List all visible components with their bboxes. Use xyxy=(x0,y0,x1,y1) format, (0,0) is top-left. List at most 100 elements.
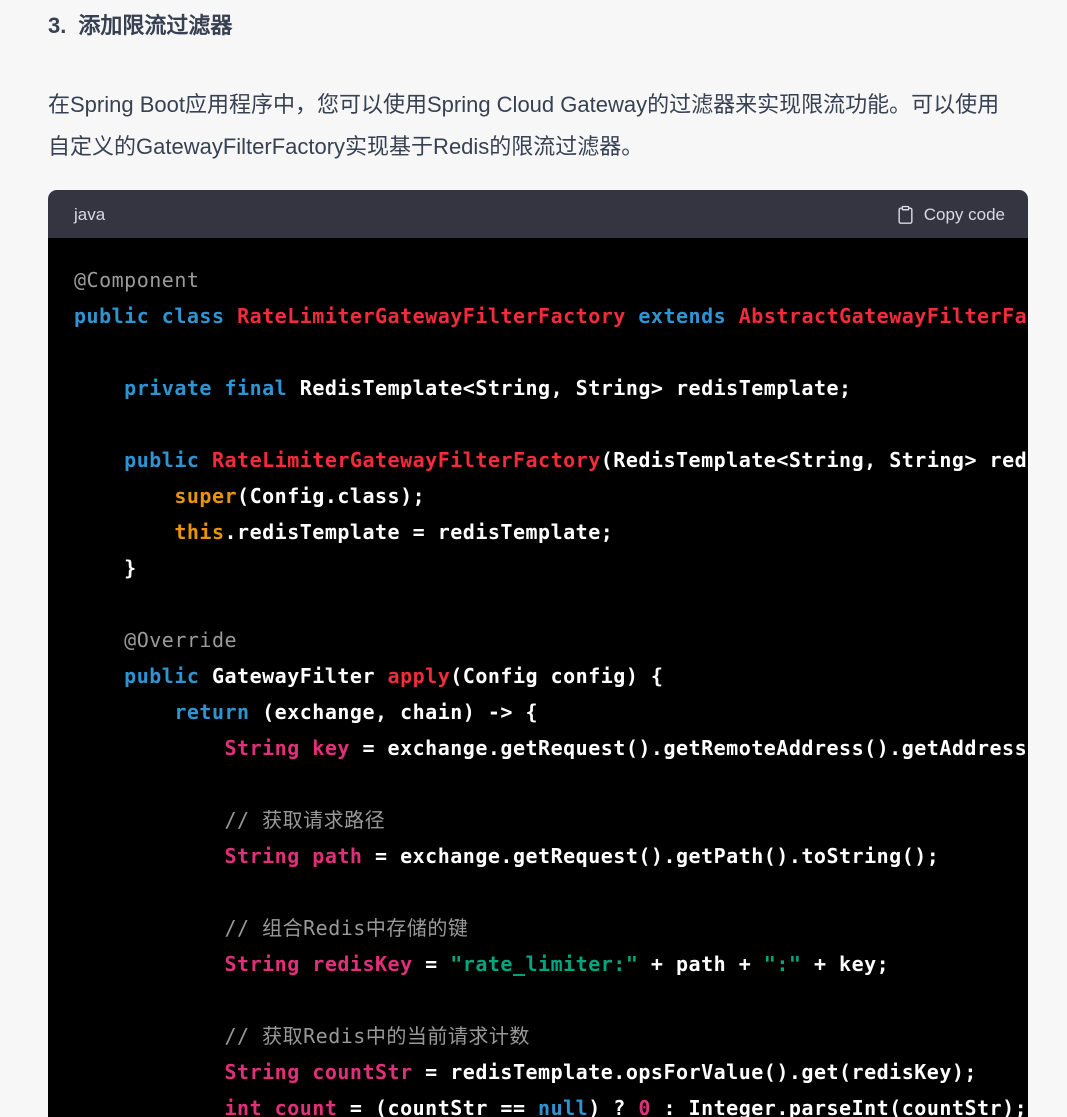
code-line: // 获取请求路径 xyxy=(74,802,1028,838)
code-line: private final RedisTemplate<String, Stri… xyxy=(74,370,1028,406)
code-token: RateLimiterGatewayFilterFactory xyxy=(212,448,601,472)
code-token xyxy=(74,520,174,544)
code-token: GatewayFilter xyxy=(199,664,387,688)
code-token: String redisKey xyxy=(225,952,413,976)
code-token: = redisTemplate.opsForValue().get(redisK… xyxy=(413,1060,977,1084)
code-line xyxy=(74,334,1028,370)
code-token xyxy=(74,844,225,868)
code-token: class xyxy=(162,304,225,328)
code-block: java Copy code @Component public class Ra… xyxy=(48,190,1028,1117)
code-token xyxy=(74,1024,225,1048)
code-line xyxy=(74,766,1028,802)
code-token: = exchange.getRequest().getRemoteAddress… xyxy=(350,736,1027,760)
code-token: (exchange, chain) -> { xyxy=(250,700,538,724)
code-token xyxy=(149,304,162,328)
code-token xyxy=(74,448,124,472)
code-token: = xyxy=(413,952,451,976)
code-token: // 获取Redis中的当前请求计数 xyxy=(225,1024,530,1048)
heading-text: 添加限流过滤器 xyxy=(78,12,232,40)
list-heading: 3. 添加限流过滤器 xyxy=(48,12,1027,40)
code-token xyxy=(74,664,124,688)
code-token: RateLimiterGatewayFilterFactory xyxy=(237,304,626,328)
code-token: int count xyxy=(225,1096,338,1117)
code-token: String key xyxy=(225,736,350,760)
code-token: public xyxy=(124,448,199,472)
code-line: // 获取Redis中的当前请求计数 xyxy=(74,1018,1028,1054)
code-header: java Copy code xyxy=(48,190,1028,238)
code-token: @Component xyxy=(74,268,199,292)
code-token: (Config.class); xyxy=(237,484,425,508)
code-token: 0 xyxy=(638,1096,651,1117)
copy-code-button[interactable]: Copy code xyxy=(896,205,1005,224)
code-token: + path + xyxy=(638,952,763,976)
code-token xyxy=(726,304,739,328)
code-token xyxy=(74,952,225,976)
code-token: + key; xyxy=(801,952,889,976)
code-line xyxy=(74,406,1028,442)
code-token: // 组合Redis中存储的键 xyxy=(225,916,469,940)
code-token xyxy=(74,1060,225,1084)
code-line: public class RateLimiterGatewayFilterFac… xyxy=(74,298,1028,334)
code-token: null xyxy=(538,1096,588,1117)
code-token: extends xyxy=(638,304,726,328)
code-token: super xyxy=(174,484,237,508)
copy-code-label: Copy code xyxy=(924,206,1005,223)
code-token xyxy=(74,1096,225,1117)
code-token xyxy=(74,736,225,760)
code-line xyxy=(74,874,1028,910)
code-line: this.redisTemplate = redisTemplate; xyxy=(74,514,1028,550)
code-line: String countStr = redisTemplate.opsForVa… xyxy=(74,1054,1028,1090)
code-token: final xyxy=(225,376,288,400)
code-token: "rate_limiter:" xyxy=(450,952,638,976)
code-line: @Component xyxy=(74,262,1028,298)
code-token: // 获取请求路径 xyxy=(225,808,386,832)
assistant-message: 3. 添加限流过滤器 在Spring Boot应用程序中，您可以使用Spring… xyxy=(0,12,1067,1117)
code-line: String redisKey = "rate_limiter:" + path… xyxy=(74,946,1028,982)
code-token xyxy=(74,916,225,940)
code-line: @Override xyxy=(74,622,1028,658)
code-language-label: java xyxy=(74,206,105,223)
code-token: ":" xyxy=(764,952,802,976)
code-token: private xyxy=(124,376,212,400)
code-token: : Integer.parseInt(countStr); xyxy=(651,1096,1027,1117)
list-number: 3. xyxy=(48,12,66,40)
code-line: String path = exchange.getRequest().getP… xyxy=(74,838,1028,874)
code-token xyxy=(74,628,124,652)
code-token: apply xyxy=(388,664,451,688)
code-line: public GatewayFilter apply(Config config… xyxy=(74,658,1028,694)
code-token: public xyxy=(74,304,149,328)
code-token: String countStr xyxy=(225,1060,413,1084)
code-token: AbstractGatewayFilterFa xyxy=(739,304,1027,328)
code-token: (Config config) { xyxy=(450,664,663,688)
code-token: .redisTemplate = redisTemplate; xyxy=(225,520,614,544)
code-line: } xyxy=(74,550,1028,586)
code-line: super(Config.class); xyxy=(74,478,1028,514)
code-token xyxy=(74,376,124,400)
code-token: } xyxy=(74,556,137,580)
code-token: this xyxy=(174,520,224,544)
code-content[interactable]: @Component public class RateLimiterGatewa… xyxy=(48,238,1028,1117)
code-token xyxy=(74,484,174,508)
code-line: int count = (countStr == null) ? 0 : Int… xyxy=(74,1090,1028,1117)
code-line: public RateLimiterGatewayFilterFactory(R… xyxy=(74,442,1028,478)
clipboard-icon xyxy=(896,205,915,224)
code-line: return (exchange, chain) -> { xyxy=(74,694,1028,730)
code-token: = (countStr == xyxy=(337,1096,538,1117)
code-line xyxy=(74,586,1028,622)
code-token: = exchange.getRequest().getPath().toStri… xyxy=(362,844,939,868)
code-token: ) ? xyxy=(588,1096,638,1117)
code-token: RedisTemplate<String, String> redisTempl… xyxy=(287,376,851,400)
code-token xyxy=(74,808,225,832)
paragraph: 在Spring Boot应用程序中，您可以使用Spring Cloud Gate… xyxy=(48,84,1013,168)
code-token xyxy=(74,700,174,724)
code-token: return xyxy=(174,700,249,724)
code-token: @Override xyxy=(124,628,237,652)
code-token xyxy=(225,304,238,328)
code-token xyxy=(626,304,639,328)
code-token: String path xyxy=(225,844,363,868)
code-token xyxy=(199,448,212,472)
code-token: public xyxy=(124,664,199,688)
code-line xyxy=(74,982,1028,1018)
code-token: (RedisTemplate<String, String> red xyxy=(601,448,1027,472)
code-token xyxy=(212,376,225,400)
